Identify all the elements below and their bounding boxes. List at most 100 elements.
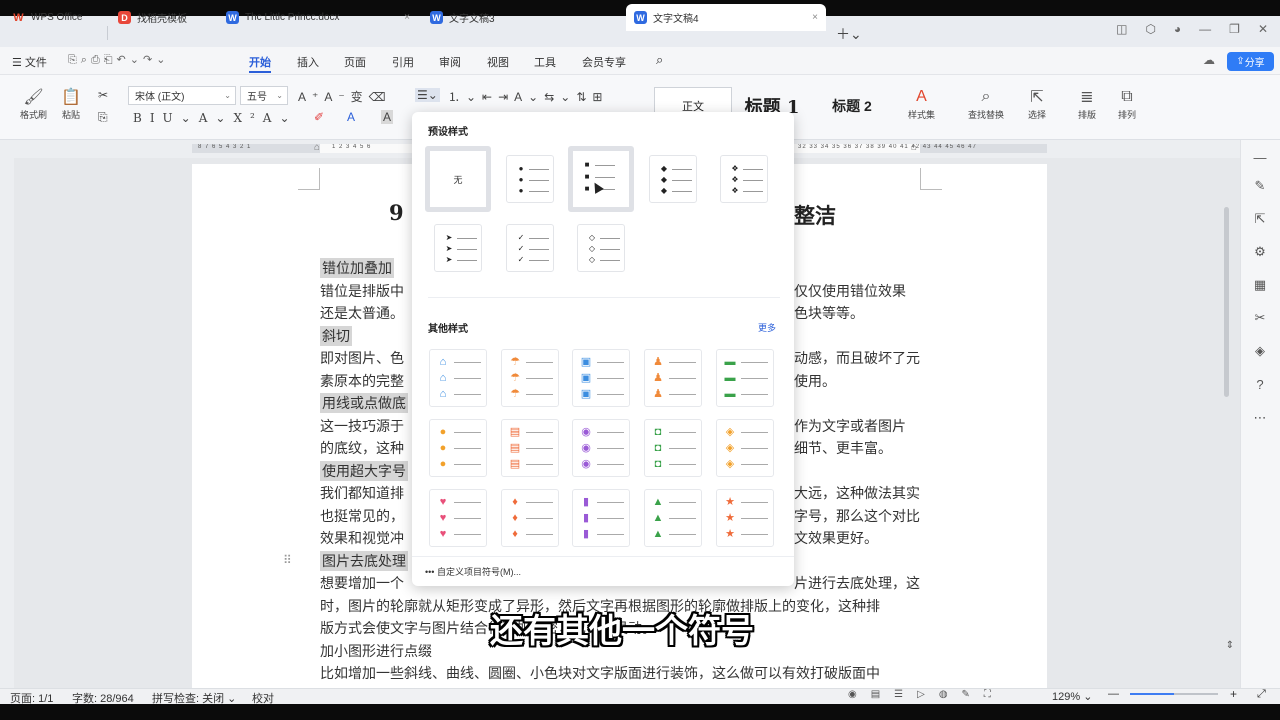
bullet-style-option[interactable]: ◈ ◈ ◈: [716, 419, 774, 477]
close-icon[interactable]: ×: [404, 12, 410, 23]
bullet-text-line: [741, 518, 768, 519]
bullet-style-diamond[interactable]: ◆ ◆ ◆: [649, 155, 697, 203]
menu-references[interactable]: 引用: [392, 54, 414, 70]
highlight-color-icon[interactable]: ✐: [314, 110, 324, 124]
menu-member[interactable]: 会员专享: [582, 54, 626, 70]
tab-little-prince[interactable]: W Thc Littlc Princc.docx ×: [218, 4, 418, 31]
vertical-scrollbar[interactable]: [1224, 207, 1229, 397]
share-button[interactable]: ⇪ 分享: [1227, 52, 1274, 71]
new-tab-icon[interactable]: ＋⌄: [836, 24, 862, 44]
zoom-out-icon[interactable]: —: [1108, 688, 1119, 700]
style-heading2[interactable]: 标题 2: [814, 87, 890, 124]
cut-icon[interactable]: ✂: [98, 88, 108, 102]
text-format-icons[interactable]: BIU⌄A⌄X²A⌄: [133, 111, 298, 125]
bullet-style-option[interactable]: ☂ ☂ ☂: [501, 349, 559, 407]
cloud-icon[interactable]: ☁: [1203, 53, 1215, 67]
tab-docer-templates[interactable]: D 找稻壳模板: [110, 4, 215, 31]
bullet-style-option[interactable]: ♦ ♦ ♦: [501, 489, 559, 547]
bullet-symbol-icon: ⌂: [439, 356, 447, 368]
menu-insert[interactable]: 插入: [297, 54, 319, 70]
select-button[interactable]: ⇱ 选择: [1026, 86, 1048, 121]
bullet-style-dot[interactable]: ● ● ●: [506, 155, 554, 203]
more-icon[interactable]: ⋯: [1251, 410, 1269, 426]
menu-page[interactable]: 页面: [344, 54, 366, 70]
tab-doc4[interactable]: W 文字文稿4 ×: [626, 4, 826, 31]
tools-icon[interactable]: ✂: [1251, 310, 1269, 326]
image-icon[interactable]: ▦: [1251, 277, 1269, 293]
select-pointer-icon[interactable]: ⇱: [1251, 211, 1269, 227]
close-icon[interactable]: ×: [812, 12, 818, 23]
bullet-style-four-diamond[interactable]: ❖ ❖ ❖: [720, 155, 768, 203]
font-name-select[interactable]: 宋体 (正文) ⌄: [128, 86, 236, 105]
bullet-style-option[interactable]: ▲ ▲ ▲: [644, 489, 702, 547]
bullet-style-option[interactable]: ◉ ◉ ◉: [572, 419, 630, 477]
search-icon[interactable]: ⌕: [656, 52, 663, 68]
bullet-arrow-icon: ➤: [445, 233, 453, 242]
docer-icon: D: [118, 11, 131, 24]
bullet-style-option[interactable]: ● ● ●: [429, 419, 487, 477]
char-shading-icon[interactable]: A: [381, 110, 394, 124]
menu-file[interactable]: ☰ 文件: [12, 54, 47, 70]
bullet-style-option[interactable]: ★ ★ ★: [716, 489, 774, 547]
zoom-level[interactable]: 129% ⌄: [1052, 690, 1092, 703]
bullet-style-option[interactable]: ♟ ♟ ♟: [644, 349, 702, 407]
indent-marker-icon[interactable]: ⌂: [314, 142, 320, 153]
style-set-button[interactable]: A 样式集: [908, 86, 935, 121]
edit-icon[interactable]: ✎: [1251, 178, 1269, 194]
paste-button[interactable]: 📋 粘贴: [60, 86, 82, 121]
right-indent-marker-icon[interactable]: ⌂: [911, 142, 917, 153]
bullet-style-option[interactable]: ⌂ ⌂ ⌂: [429, 349, 487, 407]
font-size-adjust-icons[interactable]: A⁺A⁻变⌫: [298, 88, 392, 105]
bullet-style-hollow-diamond[interactable]: ◇ ◇ ◇: [577, 224, 625, 272]
shape-icon[interactable]: ◈: [1251, 343, 1269, 359]
arrange-button[interactable]: ⧉ 排列: [1116, 86, 1138, 121]
bullet-style-option[interactable]: ▬ ▬ ▬: [716, 349, 774, 407]
bullet-style-option[interactable]: ♥ ♥ ♥: [429, 489, 487, 547]
page-nav-icon[interactable]: ⇕: [1221, 640, 1239, 651]
menu-view[interactable]: 视图: [487, 54, 509, 70]
format-painter-button[interactable]: 🖌 格式刷: [20, 86, 47, 121]
paragraph-icons[interactable]: ⒈⌄⇤⇥A⌄⇆⌄⇅⊞: [448, 88, 608, 105]
doc-title-fragment: 整洁: [794, 203, 836, 228]
zoom-in-icon[interactable]: +: [1230, 687, 1237, 701]
tab-doc3[interactable]: W 文字文稿3: [422, 4, 622, 31]
collapse-icon[interactable]: —: [1251, 150, 1269, 165]
layout-icon[interactable]: ◫: [1116, 22, 1127, 36]
cube-icon[interactable]: ⬡: [1145, 22, 1155, 36]
bullet-style-option[interactable]: ▤ ▤ ▤: [501, 419, 559, 477]
font-size-select[interactable]: 五号 ⌄: [240, 86, 288, 105]
bullet-style-arrow[interactable]: ➤ ➤ ➤: [434, 224, 482, 272]
copy-icon[interactable]: ⎘: [98, 110, 108, 125]
bullet-style-option[interactable]: ▮ ▮ ▮: [572, 489, 630, 547]
drag-handle-icon[interactable]: ⠿: [283, 553, 292, 567]
custom-bullet-button[interactable]: ••• 自定义项目符号(M)...: [425, 565, 521, 578]
view-mode-icons[interactable]: ◉▤☰▷◍✎⛶: [848, 689, 1005, 700]
bullet-symbol-icon: ▣: [580, 356, 592, 368]
more-styles-link[interactable]: 更多: [758, 321, 776, 334]
bullet-style-option[interactable]: ▣ ▣ ▣: [572, 349, 630, 407]
font-color-icon[interactable]: A: [347, 110, 355, 124]
close-window-icon[interactable]: ✕: [1258, 22, 1268, 36]
quick-access-toolbar[interactable]: ⎘⌕⎙⎗↶⌄↷⌄: [68, 53, 169, 67]
bullet-style-check[interactable]: ✓ ✓ ✓: [506, 224, 554, 272]
menu-tools[interactable]: 工具: [534, 54, 556, 70]
layout-button[interactable]: ≣ 排版: [1076, 86, 1098, 121]
tab-wps-office[interactable]: W WPS Office: [4, 4, 104, 31]
help-icon[interactable]: ?: [1251, 377, 1269, 392]
bullet-list-button[interactable]: ☰⌄: [415, 88, 440, 102]
restore-icon[interactable]: ❐: [1229, 22, 1240, 36]
bullet-text-line: [526, 394, 553, 395]
bullet-style-option[interactable]: ◘ ◘ ◘: [644, 419, 702, 477]
minimize-icon[interactable]: —: [1199, 22, 1211, 36]
avatar[interactable]: ◕: [1174, 22, 1181, 36]
find-replace-button[interactable]: ⌕ 查找替换: [968, 86, 1004, 121]
settings-sliders-icon[interactable]: ⚙: [1251, 244, 1269, 260]
bullet-style-none[interactable]: 无: [425, 146, 491, 212]
menu-review[interactable]: 审阅: [439, 54, 461, 70]
bullet-row: ♦: [509, 496, 553, 510]
fullscreen-icon[interactable]: ⤢: [1257, 688, 1266, 701]
bullet-style-square[interactable]: ■ ■ ■: [568, 146, 634, 212]
menu-home[interactable]: 开始: [249, 54, 271, 70]
video-subtitle: 还有其他一个符号: [490, 611, 754, 650]
bullet-text-line: [741, 362, 768, 363]
